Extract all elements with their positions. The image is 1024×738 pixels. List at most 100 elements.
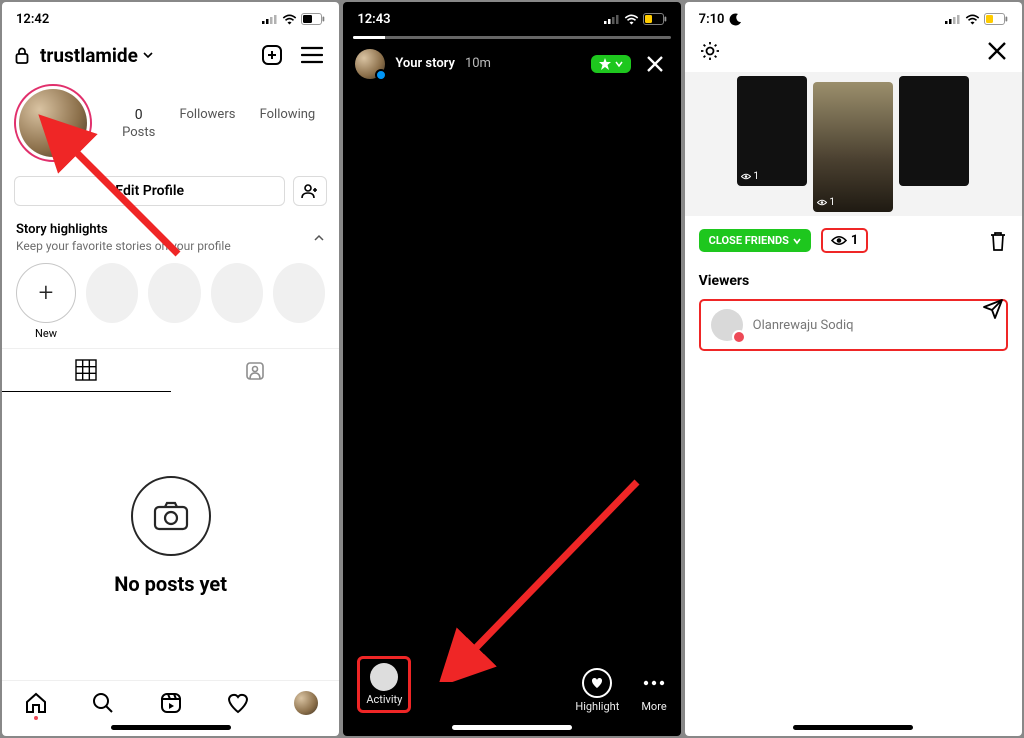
highlight-placeholder	[148, 263, 200, 323]
tab-tagged[interactable]	[171, 349, 340, 392]
nav-profile[interactable]	[294, 691, 318, 715]
edit-profile-button[interactable]: Edit Profile	[14, 176, 285, 206]
tab-grid[interactable]	[2, 349, 171, 392]
chevron-down-icon	[615, 60, 623, 68]
highlight-new-label: New	[16, 327, 76, 340]
heart-icon	[226, 691, 250, 715]
activity-button[interactable]: Activity	[357, 656, 411, 713]
home-icon	[24, 691, 48, 715]
grid-icon	[75, 359, 97, 381]
discover-people-button[interactable]	[293, 176, 327, 206]
story-screen: 12:43 Your story 10m Activity	[343, 2, 680, 736]
username-dropdown[interactable]: trustlamide	[40, 44, 247, 67]
eye-icon	[831, 235, 847, 246]
eye-icon	[817, 199, 827, 206]
nav-activity[interactable]	[226, 691, 250, 715]
cellular-icon	[262, 14, 278, 24]
nav-search[interactable]	[91, 691, 115, 715]
plus-icon: +	[16, 263, 76, 323]
highlight-placeholder	[86, 263, 138, 323]
nav-home[interactable]	[24, 691, 48, 715]
viewer-name: Olanrewaju Sodiq	[753, 318, 854, 333]
wifi-icon	[965, 14, 980, 25]
highlight-placeholder	[273, 263, 325, 323]
status-indicators	[945, 13, 1008, 25]
create-button[interactable]	[257, 40, 287, 70]
share-button[interactable]	[982, 298, 1004, 320]
close-button[interactable]	[641, 54, 669, 74]
cellular-icon	[945, 14, 961, 24]
home-indicator	[452, 725, 572, 730]
chevron-up-icon[interactable]	[313, 232, 325, 244]
home-indicator	[793, 725, 913, 730]
wifi-icon	[624, 14, 639, 25]
search-icon	[91, 691, 115, 715]
tagged-icon	[244, 359, 266, 381]
viewers-heading: Viewers	[685, 265, 1022, 295]
status-indicators	[262, 13, 325, 25]
trash-icon	[988, 230, 1008, 252]
stat-followers[interactable]: Followers	[179, 107, 235, 140]
highlight-button[interactable]: Highlight	[575, 668, 619, 713]
lock-icon	[14, 46, 30, 64]
status-indicators	[604, 13, 667, 25]
story-content[interactable]	[343, 89, 680, 647]
story-header: Your story 10m	[343, 39, 680, 89]
more-button[interactable]: More	[641, 668, 666, 713]
stat-posts[interactable]: 0 Posts	[122, 107, 155, 140]
highlights-title: Story highlights	[16, 222, 231, 237]
profile-avatar	[19, 89, 87, 157]
viewer-thumb	[370, 663, 398, 691]
close-icon	[986, 40, 1008, 62]
story-thumb[interactable]: 1	[737, 76, 807, 186]
gear-icon	[699, 40, 721, 62]
battery-icon	[984, 13, 1008, 25]
story-thumb[interactable]	[899, 76, 969, 186]
profile-screen: 12:42 trustlamide 0 Posts	[2, 2, 339, 736]
close-button[interactable]	[986, 40, 1008, 62]
highlight-label: Highlight	[575, 700, 619, 713]
viewers-controls: CLOSE FRIENDS 1	[685, 216, 1022, 265]
story-avatar-ring[interactable]	[14, 84, 92, 162]
stat-following[interactable]: Following	[260, 107, 316, 140]
dnd-moon-icon	[729, 13, 742, 26]
viewer-item[interactable]: Olanrewaju Sodiq	[699, 299, 1008, 351]
story-time: 10m	[465, 56, 491, 71]
story-thumb-active[interactable]: 1	[813, 82, 893, 212]
story-avatar[interactable]	[355, 49, 385, 79]
profile-tabs	[2, 348, 339, 392]
username-text: trustlamide	[40, 44, 138, 67]
nav-reels[interactable]	[159, 691, 183, 715]
viewers-header	[685, 30, 1022, 72]
hamburger-icon	[301, 46, 323, 64]
highlights-row: + New	[16, 263, 325, 340]
status-time: 12:43	[357, 12, 390, 27]
more-label: More	[641, 700, 666, 713]
send-icon	[982, 298, 1004, 320]
close-icon	[645, 54, 665, 74]
status-bar: 12:42	[2, 2, 339, 30]
liked-heart-icon	[732, 330, 746, 344]
profile-header: trustlamide	[2, 30, 339, 80]
battery-icon	[643, 13, 667, 25]
highlight-placeholder	[211, 263, 263, 323]
delete-button[interactable]	[988, 230, 1008, 252]
wifi-icon	[282, 14, 297, 25]
battery-icon	[301, 13, 325, 25]
close-friends-pill[interactable]: CLOSE FRIENDS	[699, 229, 811, 252]
close-friends-label: CLOSE FRIENDS	[709, 234, 789, 247]
close-friends-badge[interactable]	[591, 55, 631, 73]
profile-thumb	[294, 691, 318, 715]
more-dots-icon	[643, 668, 665, 698]
reels-icon	[159, 691, 183, 715]
plus-square-icon	[260, 43, 284, 67]
viewer-avatar	[711, 309, 743, 341]
menu-button[interactable]	[297, 40, 327, 70]
star-icon	[599, 58, 611, 70]
status-time: 7:10	[699, 12, 725, 27]
highlight-new[interactable]: + New	[16, 263, 76, 340]
profile-stats-row: 0 Posts Followers Following	[2, 80, 339, 168]
status-bar: 7:10	[685, 2, 1022, 30]
settings-button[interactable]	[699, 40, 721, 62]
status-time: 12:42	[16, 12, 49, 27]
